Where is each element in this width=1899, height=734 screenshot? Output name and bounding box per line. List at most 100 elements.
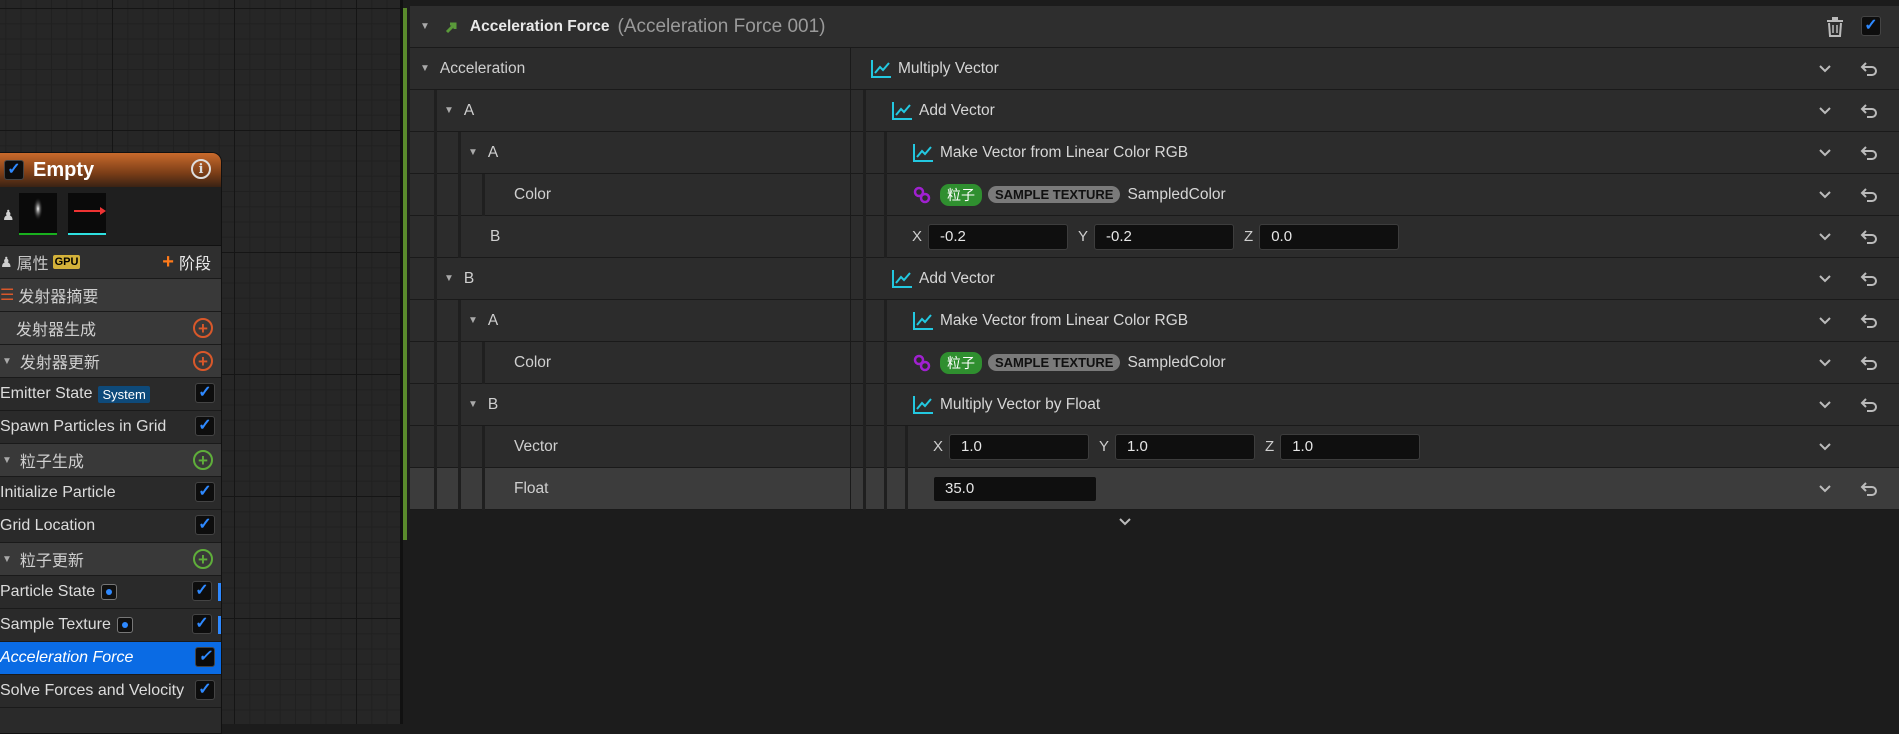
- module-solve-forces-and-velocity[interactable]: Solve Forces and Velocity ✓: [0, 675, 221, 708]
- indent-guide: [482, 174, 485, 216]
- module-sample-texture[interactable]: Sample Texture ✓: [0, 609, 221, 642]
- module-enable-checkbox[interactable]: ✓: [195, 482, 215, 502]
- collapse-triangle-icon[interactable]: ▼: [420, 63, 430, 74]
- vector-z-input[interactable]: 1.0: [1280, 433, 1421, 460]
- module-label: Sample Texture: [0, 616, 111, 633]
- module-enable-checkbox[interactable]: ✓: [195, 647, 215, 667]
- dropdown-chevron-icon[interactable]: [1818, 468, 1832, 509]
- module-enable-checkbox[interactable]: ✓: [192, 614, 212, 634]
- dropdown-chevron-icon[interactable]: [1818, 174, 1832, 215]
- section-emitter-summary[interactable]: ☰ 发射器摘要: [0, 279, 221, 312]
- dropdown-chevron-icon[interactable]: [1818, 342, 1832, 383]
- collapse-triangle-icon[interactable]: ▼: [2, 554, 12, 565]
- module-initialize-particle[interactable]: Initialize Particle ✓: [0, 477, 221, 510]
- module-grid-location[interactable]: Grid Location ✓: [0, 510, 221, 543]
- reset-to-default-icon[interactable]: [1860, 258, 1878, 299]
- module-enable-checkbox[interactable]: ✓: [195, 416, 215, 436]
- reset-to-default-icon[interactable]: [1860, 342, 1878, 383]
- collapse-triangle-icon[interactable]: ▼: [468, 315, 478, 326]
- vector-y-input[interactable]: 1.0: [1115, 433, 1256, 460]
- dropdown-chevron-icon[interactable]: [1818, 132, 1832, 173]
- module-enable-checkbox[interactable]: ✓: [195, 515, 215, 535]
- module-header[interactable]: ▼ Acceleration Force (Acceleration Force…: [410, 6, 1899, 48]
- collapse-triangle-icon[interactable]: ▼: [2, 455, 12, 466]
- vector-y-input[interactable]: -0.2: [1094, 223, 1235, 250]
- property-row[interactable]: ▼ B Multiply Vector by Float: [410, 384, 1899, 426]
- property-row[interactable]: ▼ A Add Vector: [410, 90, 1899, 132]
- property-row[interactable]: ▼ B Add Vector: [410, 258, 1899, 300]
- info-icon[interactable]: i: [191, 159, 211, 179]
- tab-properties[interactable]: ♟ 属性 GPU: [0, 250, 81, 274]
- collapse-triangle-icon[interactable]: ▼: [2, 356, 12, 367]
- module-enable-checkbox[interactable]: ✓: [195, 383, 215, 403]
- reset-to-default-icon[interactable]: [1860, 384, 1878, 425]
- property-row[interactable]: Float 35.0: [410, 468, 1899, 510]
- property-row[interactable]: ▼ Acceleration Multiply Vector: [410, 48, 1899, 90]
- reset-to-default-icon[interactable]: [1860, 48, 1878, 89]
- section-emitter-spawn[interactable]: 发射器生成 +: [0, 312, 221, 345]
- module-particle-state[interactable]: Particle State ✓: [0, 576, 221, 609]
- dropdown-chevron-icon[interactable]: [1818, 426, 1832, 467]
- linked-parameter-name[interactable]: SampledColor: [1127, 354, 1225, 372]
- module-subtitle: (Acceleration Force 001): [617, 15, 826, 37]
- add-module-icon[interactable]: +: [193, 549, 213, 569]
- emitter-node[interactable]: ✓ Empty i ♟ ♟ 属性 GPU + 阶段 ☰ 发射器摘要 发射器生成 …: [0, 152, 222, 734]
- dropdown-chevron-icon[interactable]: [1818, 48, 1832, 89]
- property-row[interactable]: Color 粒子 SAMPLE TEXTURE SampledColor: [410, 342, 1899, 384]
- reset-to-default-icon[interactable]: [1860, 468, 1878, 509]
- property-row[interactable]: ▼ A Make Vector from Linear Color RGB: [410, 300, 1899, 342]
- property-row[interactable]: Color 粒子 SAMPLE TEXTURE SampledColor: [410, 174, 1899, 216]
- dynamic-input-name[interactable]: Make Vector from Linear Color RGB: [940, 144, 1188, 162]
- vector-z-input[interactable]: 0.0: [1259, 223, 1400, 250]
- reset-to-default-icon[interactable]: [1860, 216, 1878, 257]
- dropdown-chevron-icon[interactable]: [1818, 216, 1832, 257]
- vector-x-input[interactable]: 1.0: [949, 433, 1090, 460]
- reset-to-default-icon[interactable]: [1860, 90, 1878, 131]
- module-enable-checkbox[interactable]: ✓: [195, 680, 215, 700]
- renderer-thumbnail-sprite[interactable]: [19, 193, 57, 235]
- node-header[interactable]: ✓ Empty i: [0, 153, 221, 187]
- module-spawn-particles-in-grid[interactable]: Spawn Particles in Grid ✓: [0, 411, 221, 444]
- float-input[interactable]: 35.0: [933, 475, 1097, 502]
- dynamic-input-name[interactable]: Make Vector from Linear Color RGB: [940, 312, 1188, 330]
- collapse-triangle-icon[interactable]: ▼: [420, 21, 430, 32]
- add-module-icon[interactable]: +: [193, 351, 213, 371]
- dynamic-input-name[interactable]: Multiply Vector by Float: [940, 396, 1100, 414]
- section-particle-update[interactable]: ▼ 粒子更新 +: [0, 543, 221, 576]
- property-row[interactable]: B X -0.2 Y -0.2 Z 0.0: [410, 216, 1899, 258]
- dropdown-chevron-icon[interactable]: [1818, 384, 1832, 425]
- collapse-triangle-icon[interactable]: ▼: [444, 273, 454, 284]
- dropdown-chevron-icon[interactable]: [1818, 90, 1832, 131]
- dynamic-input-name[interactable]: Add Vector: [919, 270, 995, 288]
- section-label: 粒子生成: [19, 454, 84, 471]
- section-particle-spawn[interactable]: ▼ 粒子生成 +: [0, 444, 221, 477]
- vector-x-input[interactable]: -0.2: [928, 223, 1069, 250]
- collapse-triangle-icon[interactable]: ▼: [468, 399, 478, 410]
- expand-more-chevron-icon[interactable]: [1118, 514, 1132, 532]
- reset-to-default-icon[interactable]: [1860, 300, 1878, 341]
- module-acceleration-force[interactable]: Acceleration Force ✓: [0, 642, 221, 675]
- dynamic-input-name[interactable]: Add Vector: [919, 102, 995, 120]
- renderer-thumbnail-ribbon[interactable]: [68, 193, 106, 235]
- emitter-enable-checkbox[interactable]: ✓: [4, 160, 24, 180]
- reset-to-default-icon[interactable]: [1860, 174, 1878, 215]
- section-emitter-update[interactable]: ▼ 发射器更新 +: [0, 345, 221, 378]
- dropdown-chevron-icon[interactable]: [1818, 300, 1832, 341]
- dropdown-chevron-icon[interactable]: [1818, 258, 1832, 299]
- graph-canvas[interactable]: ✓ Empty i ♟ ♟ 属性 GPU + 阶段 ☰ 发射器摘要 发射器生成 …: [0, 0, 400, 734]
- add-module-icon[interactable]: +: [193, 318, 213, 338]
- property-row[interactable]: Vector X 1.0 Y 1.0 Z 1.0: [410, 426, 1899, 468]
- property-row[interactable]: ▼ A Make Vector from Linear Color RGB: [410, 132, 1899, 174]
- add-stage-button[interactable]: + 阶段: [162, 250, 211, 274]
- collapse-triangle-icon[interactable]: ▼: [468, 147, 478, 158]
- dynamic-input-name[interactable]: Multiply Vector: [898, 60, 999, 78]
- add-module-icon[interactable]: +: [193, 450, 213, 470]
- delete-module-icon[interactable]: [1824, 16, 1846, 43]
- module-label: Acceleration Force: [0, 649, 134, 666]
- module-enable-checkbox[interactable]: ✓: [1861, 16, 1881, 36]
- linked-parameter-name[interactable]: SampledColor: [1127, 186, 1225, 204]
- reset-to-default-icon[interactable]: [1860, 132, 1878, 173]
- module-emitter-state[interactable]: Emitter State System ✓: [0, 378, 221, 411]
- collapse-triangle-icon[interactable]: ▼: [444, 105, 454, 116]
- module-enable-checkbox[interactable]: ✓: [192, 581, 212, 601]
